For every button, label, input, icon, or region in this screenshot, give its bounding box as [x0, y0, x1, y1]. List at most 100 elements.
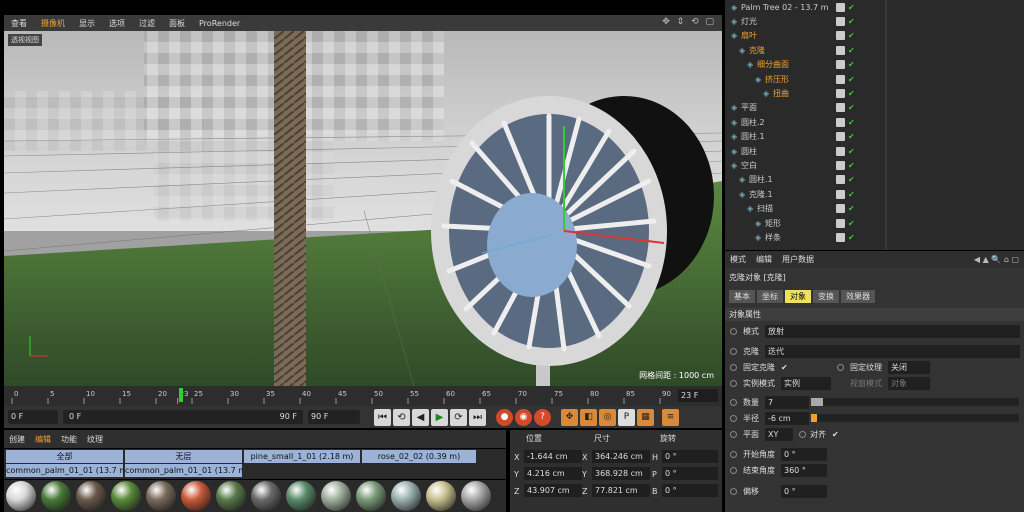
pla-key-icon[interactable]: ▦ — [637, 408, 654, 426]
object-row[interactable]: ◈ 细分曲面 ✔ — [725, 58, 1024, 72]
enable-check-icon[interactable]: ✔ — [848, 3, 855, 12]
menu-prorender[interactable]: ProRender — [192, 19, 247, 28]
visibility-toggle[interactable] — [836, 60, 845, 70]
object-row[interactable]: ◈ 挤压形 ✔ — [725, 72, 1024, 86]
visibility-toggle[interactable] — [836, 160, 845, 170]
object-row[interactable]: ◈ 克隆 ✔ — [725, 43, 1024, 57]
material-swatch[interactable] — [251, 481, 281, 511]
animate-dot[interactable] — [730, 414, 737, 422]
rotate-key-icon[interactable]: ◎ — [599, 408, 616, 426]
visibility-toggle[interactable] — [836, 2, 845, 12]
visibility-toggle[interactable] — [836, 189, 845, 199]
enable-check-icon[interactable]: ✔ — [848, 60, 855, 69]
visibility-toggle[interactable] — [836, 88, 845, 98]
end-angle-field[interactable]: 360 ° — [781, 463, 827, 477]
material-swatch[interactable] — [461, 481, 491, 511]
enable-check-icon[interactable]: ✔ — [848, 190, 855, 199]
material-swatch[interactable] — [286, 481, 316, 511]
go-to-end-button[interactable]: ⏭ — [469, 408, 486, 426]
enable-check-icon[interactable]: ✔ — [848, 147, 855, 156]
visibility-toggle[interactable] — [836, 31, 845, 41]
tab-coord[interactable]: 坐标 — [757, 290, 783, 303]
object-row[interactable]: ◈ 平面 ✔ — [725, 101, 1024, 115]
animate-dot[interactable] — [837, 363, 844, 371]
visibility-toggle[interactable] — [836, 175, 845, 185]
param-key-icon[interactable]: P — [618, 408, 635, 426]
material-swatch[interactable] — [111, 481, 141, 511]
material-swatch[interactable] — [6, 481, 36, 511]
record-icon[interactable]: ● — [496, 408, 513, 426]
material-swatch[interactable] — [216, 481, 246, 511]
visibility-toggle[interactable] — [836, 232, 845, 242]
autokey-icon[interactable]: ◉ — [515, 408, 532, 426]
mode-dropdown[interactable]: 放射 — [765, 324, 1020, 338]
visibility-toggle[interactable] — [836, 16, 845, 26]
object-row[interactable]: ◈ 圆柱.1 ✔ — [725, 173, 1024, 187]
tag-rose[interactable]: rose_02_02 (0.39 m) — [362, 450, 476, 463]
tab-effectors[interactable]: 效果器 — [841, 290, 875, 303]
animate-dot[interactable] — [730, 363, 737, 371]
tab-object[interactable]: 对象 — [785, 290, 811, 303]
radius-slider[interactable] — [811, 414, 1019, 422]
menu-user-data[interactable]: 用户数据 — [777, 254, 819, 265]
animate-dot[interactable] — [730, 430, 737, 438]
playhead[interactable] — [179, 388, 183, 402]
menu-view[interactable]: 查看 — [4, 18, 34, 29]
go-to-start-button[interactable]: ⏮ — [374, 408, 391, 426]
animate-dot[interactable] — [730, 487, 737, 495]
position-field[interactable]: 4.216 cm — [524, 467, 582, 480]
visibility-toggle[interactable] — [836, 218, 845, 228]
filter-no-layer[interactable]: 无层 — [125, 450, 242, 463]
material-swatch[interactable] — [391, 481, 421, 511]
visibility-toggle[interactable] — [836, 103, 845, 113]
tag-pine-small[interactable]: pine_small_1_01 (2.18 m) — [244, 450, 360, 463]
start-angle-field[interactable]: 0 ° — [781, 447, 827, 461]
menu-mode[interactable]: 模式 — [725, 254, 751, 265]
previous-key-button[interactable]: ⟲ — [393, 408, 410, 426]
visibility-toggle[interactable] — [836, 74, 845, 84]
move-key-icon[interactable]: ✥ — [561, 408, 578, 426]
plane-dropdown[interactable]: XY — [765, 427, 793, 441]
animate-dot[interactable] — [799, 430, 806, 438]
object-row[interactable]: ◈ 圆柱 ✔ — [725, 144, 1024, 158]
next-key-button[interactable]: ⟳ — [450, 408, 467, 426]
material-swatch[interactable] — [76, 481, 106, 511]
enable-check-icon[interactable]: ✔ — [848, 46, 855, 55]
object-row[interactable]: ◈ 矩形 ✔ — [725, 216, 1024, 230]
animate-dot[interactable] — [730, 379, 737, 387]
fix-texture-dropdown[interactable]: 关闭 — [888, 360, 930, 374]
object-row[interactable]: ◈ Palm Tree 02 - 13.7 m ✔ — [725, 0, 1024, 14]
enable-check-icon[interactable]: ✔ — [848, 132, 855, 141]
animate-dot[interactable] — [730, 398, 737, 406]
object-row[interactable]: ◈ 克隆.1 ✔ — [725, 187, 1024, 201]
animate-dot[interactable] — [730, 347, 737, 355]
position-field[interactable]: -1.644 cm — [524, 450, 582, 463]
3d-viewport[interactable]: 透视视图 网格间距 : 1000 cm — [4, 31, 722, 386]
enable-check-icon[interactable]: ✔ — [848, 103, 855, 112]
rotation-field[interactable]: 0 ° — [662, 467, 718, 480]
material-swatch[interactable] — [356, 481, 386, 511]
object-row[interactable]: ◈ 圆柱.2 ✔ — [725, 115, 1024, 129]
animate-dot[interactable] — [730, 466, 737, 474]
rotation-field[interactable]: 0 ° — [662, 484, 718, 497]
tag-common-palm-1[interactable]: common_palm_01_01 (13.7 m) — [6, 464, 123, 477]
filter-all[interactable]: 全部 — [6, 450, 123, 463]
viewport-nav-icons[interactable]: ✥ ⇕ ⟲ ▢ — [662, 17, 716, 27]
fix-clone-checkbox[interactable]: ✔ — [781, 363, 788, 372]
enable-check-icon[interactable]: ✔ — [848, 233, 855, 242]
position-field[interactable]: 43.907 cm — [524, 484, 582, 497]
radius-field[interactable]: -6 cm — [765, 411, 809, 425]
enable-check-icon[interactable]: ✔ — [848, 89, 855, 98]
object-row[interactable]: ◈ 扫描 ✔ — [725, 202, 1024, 216]
object-row[interactable]: ◈ 扇叶 ✔ — [725, 29, 1024, 43]
clone-dropdown[interactable]: 迭代 — [765, 344, 1020, 358]
keyframe-selection-icon[interactable]: ? — [534, 408, 551, 426]
menu-camera[interactable]: 摄像机 — [34, 18, 72, 29]
size-field[interactable]: 368.928 cm — [592, 467, 650, 480]
enable-check-icon[interactable]: ✔ — [848, 17, 855, 26]
instance-mode-dropdown[interactable]: 实例 — [781, 376, 831, 390]
menu-options[interactable]: 选项 — [102, 18, 132, 29]
object-row[interactable]: ◈ 圆柱.1 ✔ — [725, 130, 1024, 144]
enable-check-icon[interactable]: ✔ — [848, 75, 855, 84]
tab-transform[interactable]: 变换 — [813, 290, 839, 303]
